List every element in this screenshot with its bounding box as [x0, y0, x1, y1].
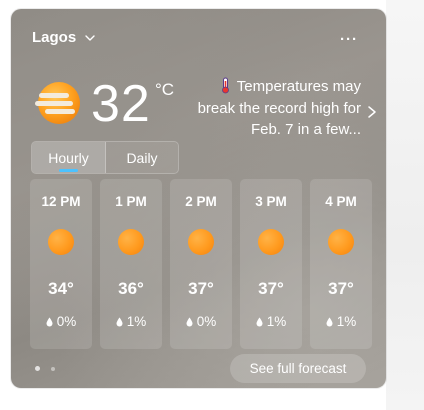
hour-temperature: 37° [188, 279, 214, 298]
current-temperature: 32 [91, 75, 151, 133]
sun-icon [188, 229, 214, 255]
hourly-forecast-list: 12 PM 34° 0% 1 PM 36° 1% 2 PM 37° 0% 3 P… [30, 179, 372, 349]
hourly-forecast-item[interactable]: 3 PM 37° 1% [240, 179, 302, 349]
page-dot-active[interactable] [35, 366, 40, 371]
hourly-forecast-item[interactable]: 12 PM 34° 0% [30, 179, 92, 349]
precip-value: 1% [336, 314, 357, 329]
raindrop-icon [256, 317, 263, 326]
hour-temperature: 34° [48, 279, 74, 298]
sun-icon [118, 229, 144, 255]
hour-temperature: 37° [328, 279, 354, 298]
sun-icon [258, 229, 284, 255]
page-indicator [35, 366, 55, 371]
precip-value: 1% [266, 314, 287, 329]
tab-label: Daily [126, 149, 158, 166]
weather-alert-link[interactable]: Temperatures may break the record high f… [197, 76, 379, 141]
more-options-button[interactable]: ··· [337, 29, 361, 49]
raindrop-icon [186, 317, 193, 326]
tab-hourly[interactable]: Hourly [32, 142, 106, 173]
chevron-down-icon [85, 34, 95, 41]
location-selector[interactable]: Lagos [32, 29, 96, 46]
precipitation: 0% [30, 314, 92, 329]
forecast-tabs: Hourly Daily [31, 141, 179, 174]
precip-value: 1% [126, 314, 147, 329]
see-full-forecast-button[interactable]: See full forecast [230, 354, 366, 383]
hour-time: 3 PM [255, 194, 287, 209]
precipitation: 1% [240, 314, 302, 329]
hour-time: 4 PM [325, 194, 357, 209]
precip-value: 0% [196, 314, 217, 329]
location-name: Lagos [32, 29, 77, 46]
raindrop-icon [46, 317, 53, 326]
tab-label: Hourly [48, 149, 89, 166]
precip-value: 0% [56, 314, 77, 329]
raindrop-icon [116, 317, 123, 326]
tab-daily[interactable]: Daily [106, 142, 178, 173]
hour-time: 1 PM [115, 194, 147, 209]
chevron-right-icon [368, 106, 376, 118]
temperature-unit: °C [155, 80, 175, 99]
sun-icon [328, 229, 354, 255]
precipitation: 0% [170, 314, 232, 329]
thermometer-icon [221, 77, 229, 94]
hour-temperature: 36° [118, 279, 144, 298]
hour-time: 2 PM [185, 194, 217, 209]
see-full-forecast-label: See full forecast [249, 361, 347, 376]
selected-tab-indicator [59, 169, 78, 172]
hour-time: 12 PM [41, 194, 81, 209]
page-dot[interactable] [51, 367, 55, 371]
hour-temperature: 37° [258, 279, 284, 298]
hourly-forecast-item[interactable]: 1 PM 36° 1% [100, 179, 162, 349]
precipitation: 1% [310, 314, 372, 329]
raindrop-icon [326, 317, 333, 326]
precipitation: 1% [100, 314, 162, 329]
sun-icon [48, 229, 74, 255]
more-icon: ··· [340, 30, 358, 48]
background-area [386, 0, 424, 410]
hourly-forecast-item[interactable]: 2 PM 37° 0% [170, 179, 232, 349]
weather-widget: Lagos ··· 32 °C Temperatures may break t… [11, 9, 386, 388]
hourly-forecast-item[interactable]: 4 PM 37° 1% [310, 179, 372, 349]
sunny-haze-icon [35, 82, 80, 124]
